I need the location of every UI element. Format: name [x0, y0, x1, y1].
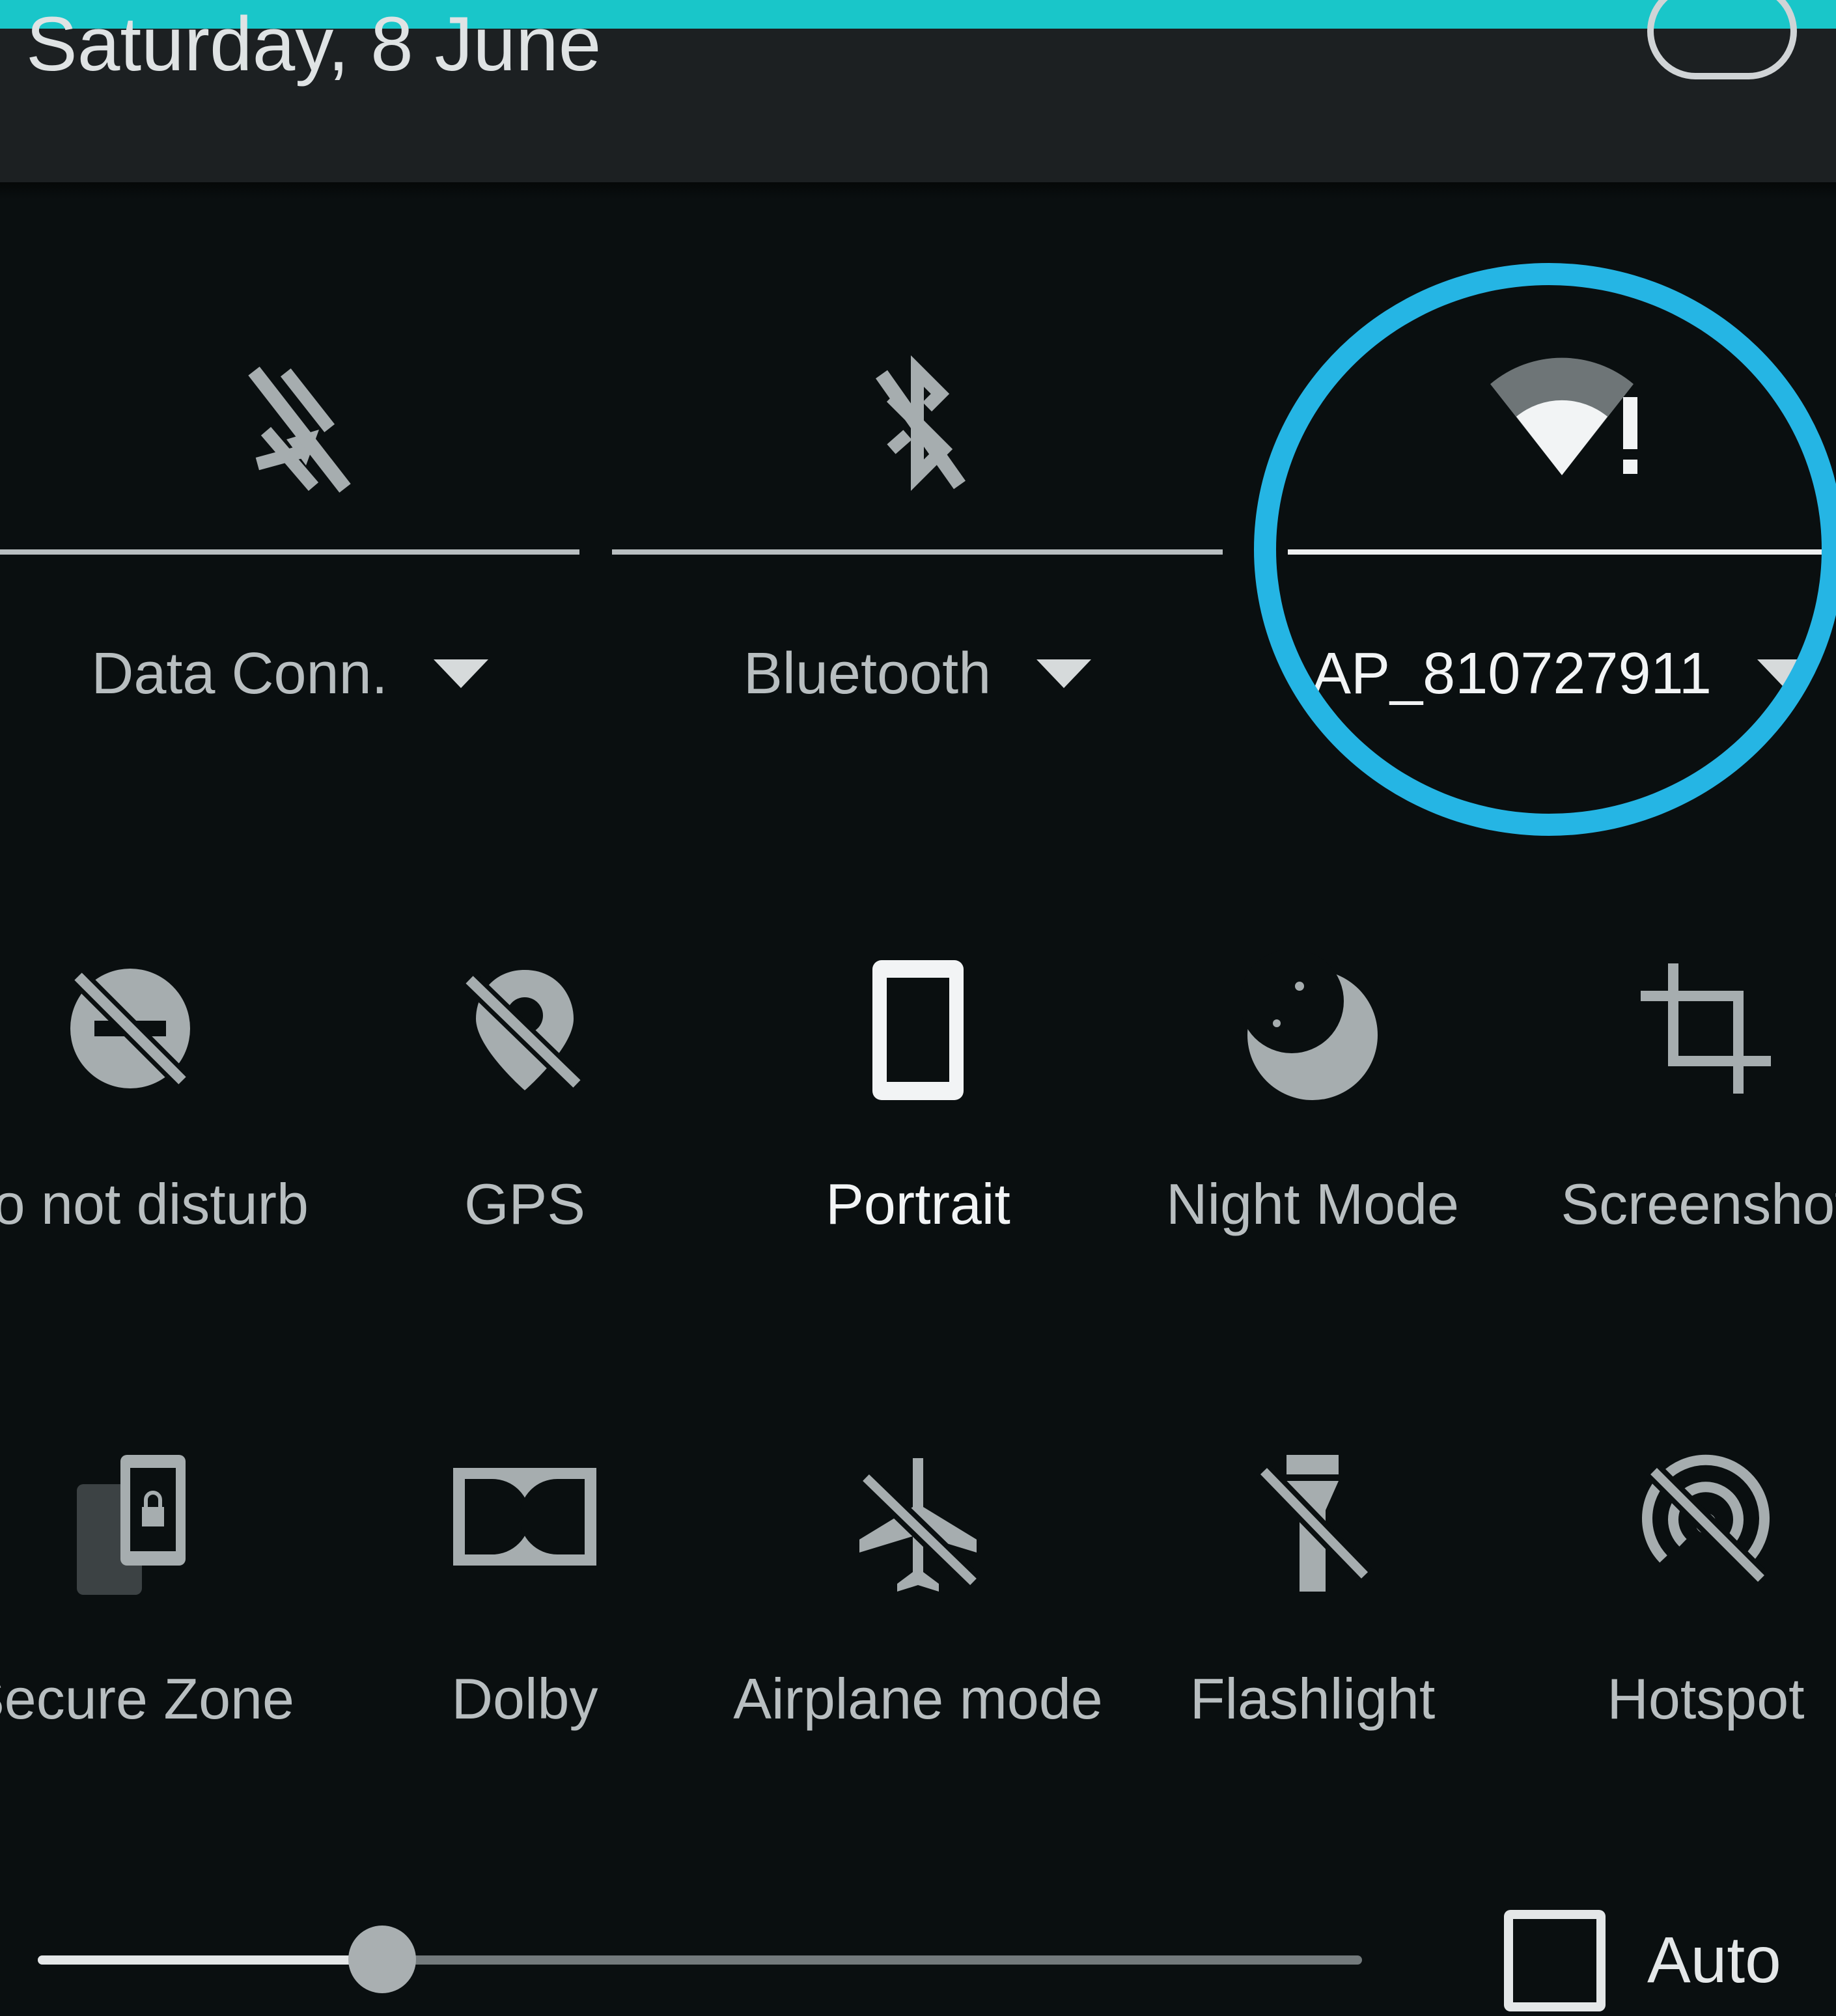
auto-brightness-label: Auto [1647, 1924, 1781, 1996]
tile-label: Screenshot [1561, 1172, 1836, 1236]
brightness-slider-thumb[interactable] [348, 1926, 416, 1993]
moon-icon [1240, 950, 1378, 1100]
auto-brightness-checkbox[interactable] [1504, 1910, 1606, 2011]
tile-label: GPS [464, 1172, 585, 1236]
location-off-icon [462, 970, 584, 1091]
tile-hotspot[interactable]: Hotspot [1510, 1445, 1836, 1901]
chevron-down-icon [433, 659, 488, 688]
tile-label: Hotspot [1607, 1666, 1805, 1731]
tile-label: Secure Zone [0, 1666, 294, 1731]
mobile-data-off-icon [248, 366, 351, 493]
data-connection-label: Data Conn. [91, 641, 388, 706]
settings-toggle-button[interactable] [1647, 0, 1797, 79]
tile-portrait[interactable]: Portrait [723, 950, 1113, 1406]
wifi-no-internet-icon [1490, 357, 1637, 475]
wifi-divider [1288, 549, 1836, 555]
tile-do-not-disturb[interactable]: Do not disturb [0, 950, 326, 1406]
notification-header: Saturday, 8 June [0, 0, 1836, 182]
crop-icon [1641, 963, 1771, 1094]
data-connection-dropdown[interactable]: Data Conn. [0, 625, 579, 723]
tile-secure-zone[interactable]: Secure Zone [0, 1445, 326, 1901]
tile-gps[interactable]: GPS [329, 950, 720, 1406]
airplane-off-icon [859, 1458, 981, 1592]
tile-night-mode[interactable]: Night Mode [1117, 950, 1508, 1406]
bluetooth-dropdown[interactable]: Bluetooth [612, 625, 1223, 723]
tile-label: Do not disturb [0, 1172, 309, 1236]
portrait-lock-icon [872, 960, 964, 1100]
hotspot-off-icon [1642, 1454, 1770, 1586]
quick-settings-panel: Saturday, 8 June Data Conn. Bluetooth AP… [0, 0, 1836, 2016]
dolby-icon [453, 1468, 596, 1566]
header-shadow [0, 182, 1836, 199]
chevron-down-icon [1757, 659, 1812, 688]
tile-airplane-mode[interactable]: Airplane mode [723, 1445, 1113, 1901]
tile-dolby[interactable]: Dolby [329, 1445, 720, 1901]
wifi-dropdown[interactable]: AP_810727911 [1288, 625, 1836, 723]
date-text: Saturday, 8 June [26, 1, 602, 87]
secure-zone-lock-icon [77, 1455, 186, 1595]
data-connection-tile[interactable]: Data Conn. [0, 286, 579, 768]
bluetooth-label: Bluetooth [743, 641, 992, 706]
wifi-network-label: AP_810727911 [1312, 641, 1712, 706]
tile-label: Flashlight [1189, 1666, 1436, 1731]
bluetooth-divider [612, 549, 1223, 555]
do-not-disturb-off-icon [70, 969, 190, 1088]
data-connection-divider [0, 549, 579, 555]
tile-screenshot[interactable]: Screenshot [1510, 950, 1836, 1406]
tile-label: Dolby [451, 1666, 598, 1731]
tile-label: Airplane mode [733, 1666, 1103, 1731]
tile-flashlight[interactable]: Flashlight [1117, 1445, 1508, 1901]
brightness-slider-track[interactable] [38, 1955, 1362, 1965]
tile-label: Portrait [826, 1172, 1010, 1236]
flashlight-off-icon [1257, 1455, 1372, 1592]
bluetooth-off-icon [876, 355, 966, 491]
chevron-down-icon [1036, 659, 1092, 688]
tile-label: Night Mode [1165, 1172, 1459, 1236]
brightness-slider-fill [38, 1955, 382, 1965]
wifi-tile[interactable]: AP_810727911 [1288, 286, 1836, 768]
bluetooth-tile[interactable]: Bluetooth [612, 286, 1223, 768]
